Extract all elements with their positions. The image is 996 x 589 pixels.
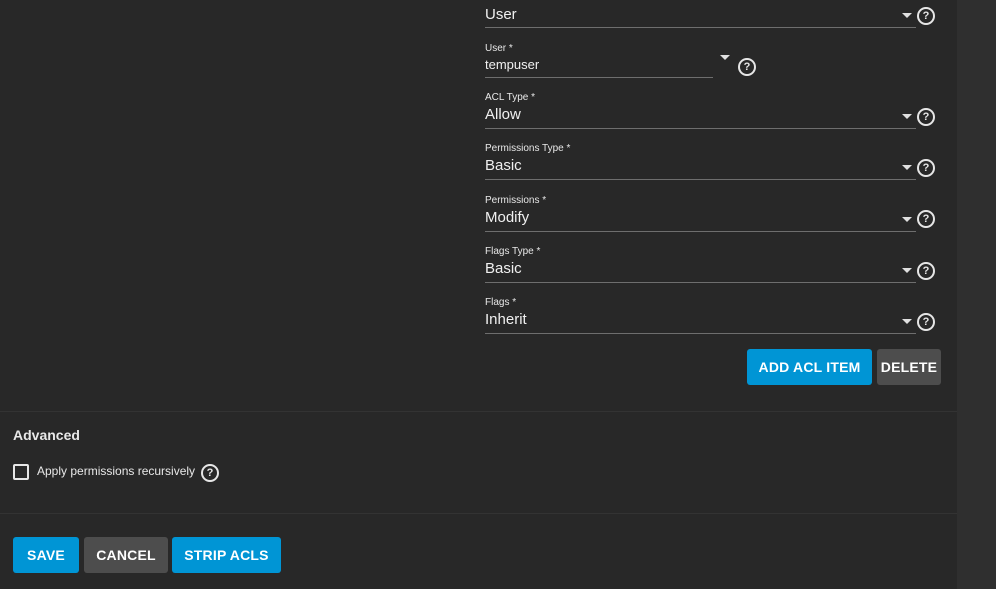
flags-type-value: Basic <box>485 260 522 277</box>
field-underline <box>485 77 713 78</box>
help-circle-icon[interactable]: ? <box>917 108 935 126</box>
help-circle-icon[interactable]: ? <box>917 210 935 228</box>
caret-down-icon[interactable] <box>902 268 912 273</box>
flags-label: Flags * <box>485 297 517 308</box>
permissions-type-select[interactable]: Permissions Type * Basic <box>485 142 916 180</box>
flags-type-select[interactable]: Flags Type * Basic <box>485 245 916 283</box>
advanced-section-title: Advanced <box>13 427 80 443</box>
flags-type-label: Flags Type * <box>485 246 541 257</box>
section-divider <box>0 411 957 412</box>
caret-down-icon[interactable] <box>902 13 912 18</box>
acl-type-value: Allow <box>485 106 521 123</box>
tag-select-value: User <box>485 6 517 23</box>
permissions-type-value: Basic <box>485 157 522 174</box>
caret-down-icon[interactable] <box>902 165 912 170</box>
help-circle-icon[interactable]: ? <box>917 7 935 25</box>
save-button[interactable]: SAVE <box>13 537 79 573</box>
help-circle-icon[interactable]: ? <box>201 464 219 482</box>
user-field-label: User * <box>485 43 513 54</box>
permissions-value: Modify <box>485 209 530 226</box>
permissions-type-label: Permissions Type * <box>485 143 571 154</box>
field-underline <box>485 231 916 232</box>
acl-type-label: ACL Type * <box>485 92 536 103</box>
form-panel: User ? User * tempuser ? ACL Type * Allo… <box>0 0 957 589</box>
caret-down-icon[interactable] <box>902 217 912 222</box>
page-scroll-gutter <box>957 0 996 589</box>
help-circle-icon[interactable]: ? <box>917 313 935 331</box>
flags-select[interactable]: Flags * Inherit <box>485 296 916 334</box>
cancel-button[interactable]: CANCEL <box>84 537 168 573</box>
help-circle-icon[interactable]: ? <box>738 58 756 76</box>
tag-select[interactable]: User <box>485 0 916 30</box>
caret-down-icon[interactable] <box>902 114 912 119</box>
apply-recursively-label[interactable]: Apply permissions recursively <box>37 464 195 478</box>
section-divider <box>0 513 957 514</box>
apply-recursively-checkbox[interactable] <box>13 464 29 480</box>
field-underline <box>485 27 916 28</box>
field-underline <box>485 333 916 334</box>
field-underline <box>485 128 916 129</box>
permissions-select[interactable]: Permissions * Modify <box>485 194 916 232</box>
acl-type-select[interactable]: ACL Type * Allow <box>485 91 916 129</box>
delete-acl-item-button[interactable]: DELETE <box>877 349 941 385</box>
permissions-label: Permissions * <box>485 195 547 206</box>
flags-value: Inherit <box>485 311 527 328</box>
add-acl-item-button[interactable]: ADD ACL ITEM <box>747 349 872 385</box>
caret-down-icon[interactable] <box>720 55 730 60</box>
help-circle-icon[interactable]: ? <box>917 159 935 177</box>
field-underline <box>485 179 916 180</box>
field-underline <box>485 282 916 283</box>
caret-down-icon[interactable] <box>902 319 912 324</box>
strip-acls-button[interactable]: STRIP ACLS <box>172 537 281 573</box>
user-input[interactable]: tempuser <box>485 57 539 72</box>
help-circle-icon[interactable]: ? <box>917 262 935 280</box>
user-field[interactable]: User * tempuser <box>485 42 745 80</box>
